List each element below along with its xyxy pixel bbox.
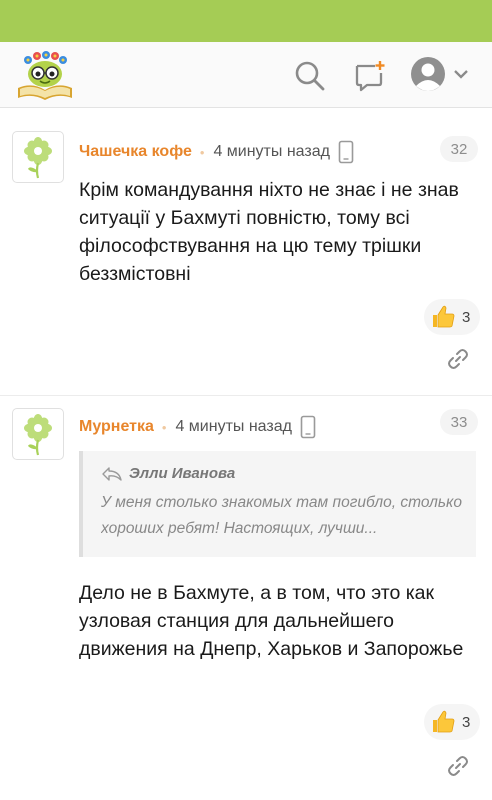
reply-arrow-icon bbox=[102, 466, 122, 481]
logo-icon[interactable] bbox=[14, 48, 76, 102]
comment-author[interactable]: Мурнетка bbox=[79, 418, 154, 436]
mobile-device-icon bbox=[338, 140, 354, 164]
avatar[interactable] bbox=[12, 131, 64, 183]
quote-text: У меня столько знакомых там погибло, сто… bbox=[101, 494, 462, 537]
meta-separator: • bbox=[199, 144, 205, 160]
quoted-reply[interactable]: Элли Иванова У меня столько знакомых там… bbox=[79, 451, 476, 557]
like-count: 3 bbox=[462, 308, 471, 326]
top-bar bbox=[0, 0, 492, 42]
flower-avatar-icon bbox=[24, 414, 52, 456]
comment-meta: Мурнетка • 4 минуты назад bbox=[79, 415, 316, 439]
comment-text: Дело не в Бахмуте, а в том, что это как … bbox=[79, 582, 464, 660]
quote-author-row: Элли Иванова bbox=[101, 465, 462, 482]
comment-item: Мурнетка • 4 минуты назад 33 Элли Иванов… bbox=[0, 396, 492, 800]
site-header bbox=[0, 42, 492, 108]
user-avatar-icon bbox=[411, 57, 468, 91]
user-menu[interactable] bbox=[410, 56, 474, 96]
thumbs-up-icon bbox=[433, 305, 455, 328]
comment-meta: Чашечка кофе • 4 минуты назад bbox=[79, 140, 354, 164]
comment-text: Крім командування ніхто не знає і не зна… bbox=[79, 179, 459, 285]
mobile-device-icon bbox=[300, 415, 316, 439]
comment-number[interactable]: 32 bbox=[440, 136, 478, 162]
comment-number[interactable]: 33 bbox=[440, 409, 478, 435]
comment-author[interactable]: Чашечка кофе bbox=[79, 143, 192, 161]
meta-separator: • bbox=[161, 419, 167, 435]
like-count: 3 bbox=[462, 713, 471, 731]
comment-time[interactable]: 4 минуты назад bbox=[213, 143, 330, 161]
quote-author: Элли Иванова bbox=[129, 465, 236, 482]
comment-time[interactable]: 4 минуты назад bbox=[175, 418, 292, 436]
new-post-icon[interactable] bbox=[350, 56, 390, 96]
like-button[interactable]: 3 bbox=[424, 299, 480, 335]
flower-avatar-icon bbox=[24, 137, 52, 179]
like-button[interactable]: 3 bbox=[424, 704, 480, 740]
chevron-down-icon bbox=[454, 70, 468, 79]
avatar[interactable] bbox=[12, 408, 64, 460]
search-icon[interactable] bbox=[290, 56, 330, 96]
comment-item: Чашечка кофе • 4 минуты назад 32 Крім ко… bbox=[0, 118, 492, 396]
thumbs-up-icon bbox=[433, 710, 455, 733]
link-icon[interactable] bbox=[446, 347, 470, 371]
link-icon[interactable] bbox=[446, 754, 470, 778]
